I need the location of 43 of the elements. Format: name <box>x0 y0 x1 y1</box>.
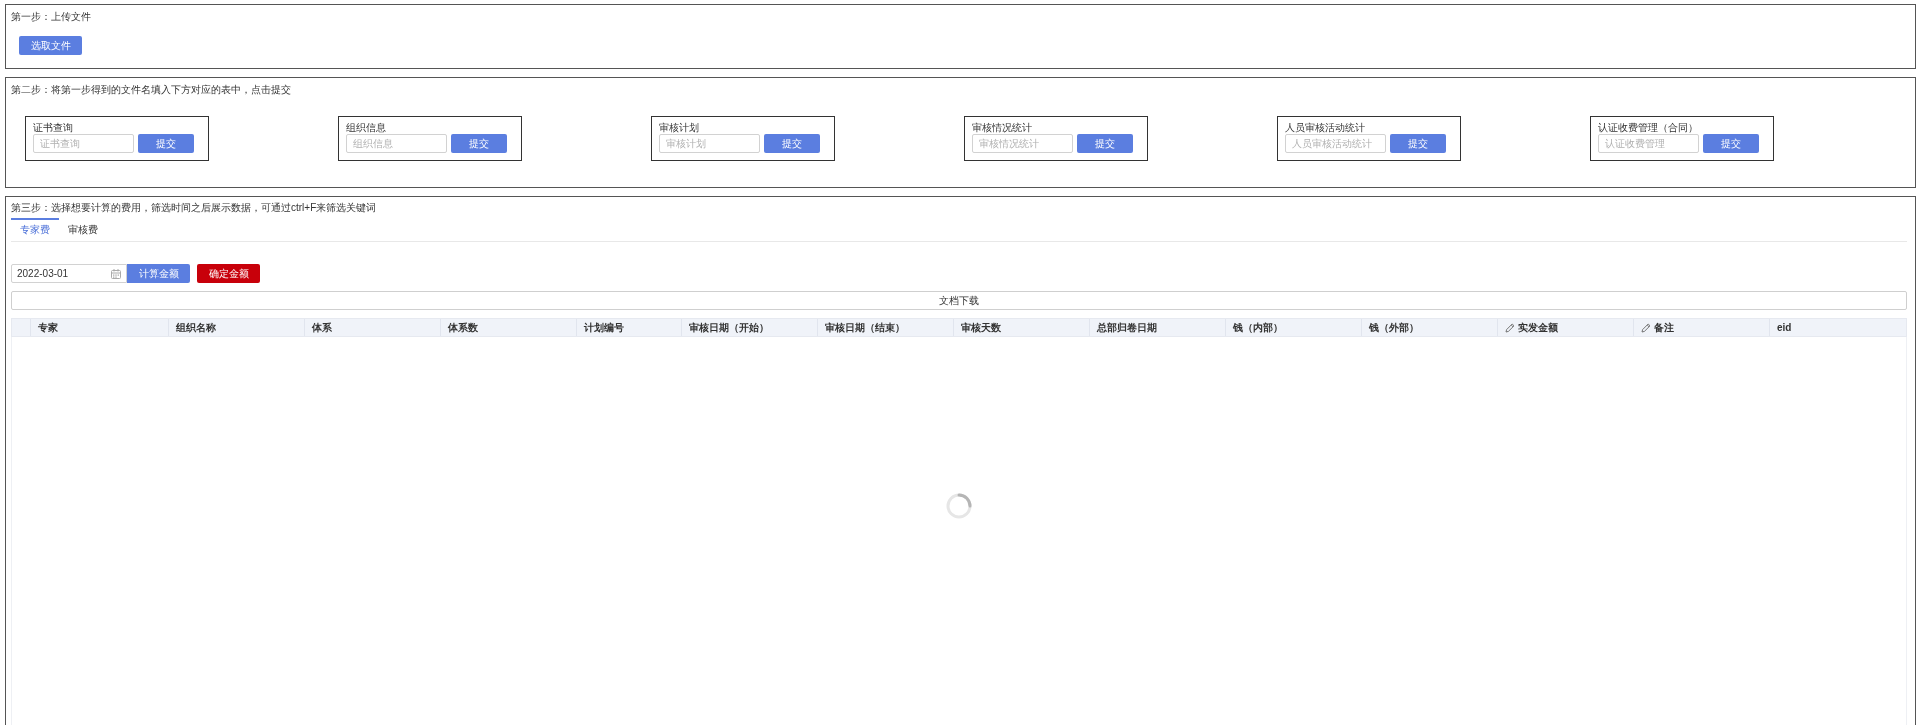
step-title: 第三步：选择想要计算的费用，筛选时间之后展示数据，可通过ctrl+F来筛选关键词 <box>11 201 377 215</box>
submit-button[interactable]: 提交 <box>138 134 194 153</box>
step-title: 第二步：将第一步得到的文件名填入下方对应的表中，点击提交 <box>11 83 291 97</box>
column-header: 总部归卷日期 <box>1097 320 1157 335</box>
calculate-button[interactable]: 计算金额 <box>127 264 190 283</box>
submit-button[interactable]: 提交 <box>451 134 507 153</box>
file-name-field[interactable]: 审核计划 <box>659 134 760 153</box>
form-label: 审核情况统计 <box>972 121 1032 134</box>
column-header: 钱（外部） <box>1369 320 1419 335</box>
submit-button[interactable]: 提交 <box>1703 134 1759 153</box>
column-header: 实发金额 <box>1518 320 1558 335</box>
tab[interactable]: 审核费 <box>59 218 107 241</box>
submit-button[interactable]: 提交 <box>1077 134 1133 153</box>
file-name-field[interactable]: 审核情况统计 <box>972 134 1073 153</box>
submit-button[interactable]: 提交 <box>1390 134 1446 153</box>
column-header: 计划编号 <box>584 320 624 335</box>
file-name-field[interactable]: 人员审核活动统计 <box>1285 134 1386 153</box>
step-title: 第一步：上传文件 <box>11 10 91 24</box>
column-header: 审核天数 <box>961 320 1001 335</box>
confirm-button[interactable]: 确定金额 <box>197 264 260 283</box>
form-label: 人员审核活动统计 <box>1285 121 1365 134</box>
tab[interactable]: 专家费 <box>11 218 59 241</box>
select-file-button[interactable]: 选取文件 <box>19 36 82 55</box>
column-header: 专家 <box>38 320 58 335</box>
submit-button[interactable]: 提交 <box>764 134 820 153</box>
column-header: 组织名称 <box>176 320 216 335</box>
column-header: 体系 <box>312 320 332 335</box>
column-header: eid <box>1777 320 1792 335</box>
file-name-field[interactable]: 组织信息 <box>346 134 447 153</box>
calendar-icon <box>111 269 121 279</box>
column-header: 审核日期（结束） <box>825 320 905 335</box>
date-field[interactable]: 2022-03-01 <box>11 264 127 283</box>
column-header: 备注 <box>1654 320 1674 335</box>
column-header: 审核日期（开始） <box>689 320 769 335</box>
form-label: 证书查询 <box>33 121 73 134</box>
download-button[interactable]: 文档下载 <box>11 291 1907 310</box>
file-name-field[interactable]: 认证收费管理 <box>1598 134 1699 153</box>
column-header: 钱（内部） <box>1233 320 1283 335</box>
form-label: 审核计划 <box>659 121 699 134</box>
file-name-field[interactable]: 证书查询 <box>33 134 134 153</box>
column-header: 体系数 <box>448 320 478 335</box>
form-label: 认证收费管理（合同） <box>1598 121 1698 134</box>
form-label: 组织信息 <box>346 121 386 134</box>
